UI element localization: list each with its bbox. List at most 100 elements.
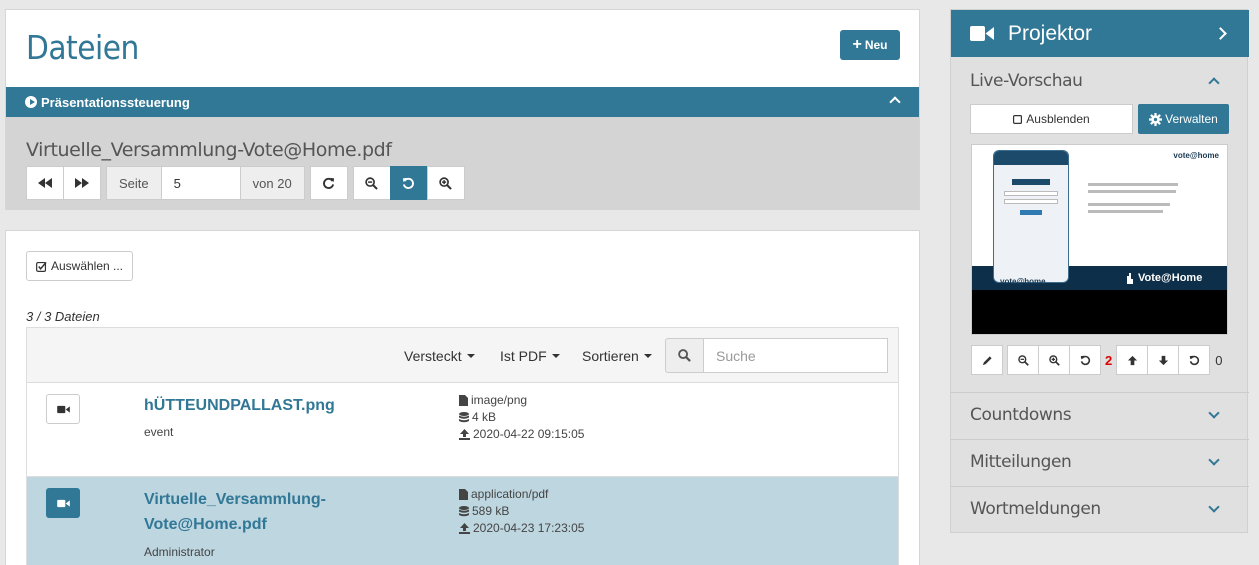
manage-projector-button[interactable]: Verwalten <box>1138 104 1229 134</box>
section-divider <box>951 392 1249 393</box>
page-number-input[interactable]: 5 <box>160 166 241 200</box>
projector-title: Projektor <box>1008 21 1093 45</box>
project-file-button[interactable] <box>46 488 80 518</box>
edit-button[interactable] <box>971 345 1003 375</box>
video-camera-icon <box>56 405 70 413</box>
video-camera-icon <box>56 499 70 507</box>
file-meta: image/png 4 kB 2020-04-22 09:15:05 <box>459 392 584 443</box>
reset-scroll-button[interactable] <box>1178 345 1211 375</box>
preview-text-line <box>1088 183 1178 186</box>
section-messages[interactable]: Mitteilungen <box>970 452 1072 472</box>
projector-sidebar: Projektor Live-Vorschau Ausblenden Verwa… <box>950 9 1249 533</box>
file-owner: event <box>144 425 174 439</box>
file-name[interactable]: hÜTTEUNDPALLAST.png <box>144 393 335 418</box>
search-box: Suche <box>665 338 888 373</box>
page-label: Seite <box>106 166 162 200</box>
undo-icon <box>1189 355 1199 365</box>
file-count: 3 / 3 Dateien <box>26 309 100 324</box>
pdf-filter-label: Ist PDF <box>500 348 547 364</box>
select-files-label: Auswählen ... <box>50 259 124 273</box>
zoom-in-button[interactable] <box>426 166 465 200</box>
presentation-control-bar[interactable]: Präsentationssteuerung <box>6 87 919 117</box>
square-icon <box>1013 114 1023 124</box>
file-owner: Administrator <box>144 545 215 559</box>
live-preview-title[interactable]: Live-Vorschau <box>970 71 1083 91</box>
zoom-out-button[interactable] <box>352 166 391 200</box>
file-size: 589 kB <box>472 504 510 518</box>
sort-dropdown[interactable]: Sortieren <box>582 348 652 364</box>
preview-black-area <box>972 290 1227 334</box>
section-divider <box>951 439 1249 440</box>
file-name-line: Virtuelle_Versammlung- <box>144 491 326 508</box>
new-button-label: Neu <box>864 38 888 52</box>
section-speakers[interactable]: Wortmeldungen <box>970 499 1101 519</box>
database-icon <box>459 412 469 423</box>
project-file-button[interactable] <box>46 394 80 424</box>
zoom-in-icon <box>1048 354 1060 366</box>
scroll-counter: 0 <box>1215 352 1223 368</box>
undo-icon <box>403 177 415 189</box>
projector-header[interactable]: Projektor <box>951 10 1249 57</box>
presentation-control-title: Präsentationssteuerung <box>41 94 190 110</box>
zoom-out-icon <box>1017 354 1029 366</box>
previous-page-button[interactable] <box>26 166 64 200</box>
next-page-button[interactable] <box>63 166 101 200</box>
zoom-in-icon <box>439 176 452 190</box>
chevron-up-icon[interactable] <box>1208 77 1220 89</box>
upload-icon <box>459 429 470 440</box>
scroll-down-button[interactable] <box>1147 345 1180 375</box>
checkbox-checked-icon <box>36 261 47 272</box>
file-row[interactable]: Virtuelle_Versammlung- Vote@Home.pdf Adm… <box>26 477 899 565</box>
file-row[interactable]: hÜTTEUNDPALLAST.png event image/png 4 kB… <box>26 383 899 477</box>
manage-button-label: Verwalten <box>1165 112 1218 126</box>
file-upload-date: 2020-04-23 17:23:05 <box>473 521 585 535</box>
hide-button-label: Ausblenden <box>1026 112 1090 126</box>
play-circle-icon <box>25 96 37 108</box>
forward-icon <box>75 178 89 188</box>
new-file-button[interactable]: + Neu <box>840 30 900 60</box>
caret-down-icon <box>466 354 475 358</box>
preview-toolbar: 2 0 <box>971 345 1222 375</box>
section-countdowns[interactable]: Countdowns <box>970 405 1072 425</box>
hide-projector-button[interactable]: Ausblenden <box>970 104 1133 134</box>
preview-zoom-out-button[interactable] <box>1007 345 1039 375</box>
hidden-filter-dropdown[interactable]: Versteckt <box>404 348 475 364</box>
gear-icon <box>1149 112 1163 126</box>
phone-mockup: vote@home <box>993 150 1069 286</box>
total-pages-label: von 20 <box>239 166 305 200</box>
scroll-up-button[interactable] <box>1116 345 1149 375</box>
zoom-out-icon <box>365 176 378 190</box>
presented-file-name: Virtuelle_Versammlung-Vote@Home.pdf <box>26 139 392 161</box>
preview-zoom-in-button[interactable] <box>1038 345 1070 375</box>
arrow-up-icon <box>1127 355 1137 365</box>
pdf-filter-dropdown[interactable]: Ist PDF <box>500 348 560 364</box>
caret-down-icon <box>643 354 652 358</box>
sort-label: Sortieren <box>582 348 639 364</box>
preview-text-line <box>1088 203 1170 206</box>
preview-logo: Vote@Home <box>1124 271 1202 284</box>
section-divider <box>951 486 1249 487</box>
file-icon <box>459 489 468 500</box>
database-icon <box>459 506 469 517</box>
file-name[interactable]: Virtuelle_Versammlung- Vote@Home.pdf <box>144 487 326 537</box>
files-header-card: Dateien + Neu Präsentationssteuerung Vir… <box>5 9 920 210</box>
file-meta: application/pdf 589 kB 2020-04-23 17:23:… <box>459 486 584 537</box>
chevron-down-icon[interactable] <box>1208 501 1220 513</box>
file-mime: image/png <box>471 393 528 407</box>
chevron-down-icon[interactable] <box>1208 454 1220 466</box>
reset-zoom-button[interactable] <box>389 166 428 200</box>
caret-down-icon <box>551 354 560 358</box>
chevron-down-icon[interactable] <box>1208 407 1220 419</box>
preview-text-line <box>1088 210 1163 213</box>
preview-logo-text: Vote@Home <box>1138 271 1203 284</box>
select-files-button[interactable]: Auswählen ... <box>26 251 133 281</box>
hidden-filter-label: Versteckt <box>404 348 462 364</box>
chevron-right-icon[interactable] <box>1214 27 1227 40</box>
search-input[interactable]: Suche <box>704 338 888 373</box>
preview-reset-zoom-button[interactable] <box>1069 345 1101 375</box>
chevron-up-icon[interactable] <box>889 96 901 108</box>
file-mime: application/pdf <box>471 487 549 501</box>
video-camera-icon <box>970 26 994 41</box>
refresh-icon <box>323 177 335 189</box>
refresh-button[interactable] <box>309 166 348 200</box>
